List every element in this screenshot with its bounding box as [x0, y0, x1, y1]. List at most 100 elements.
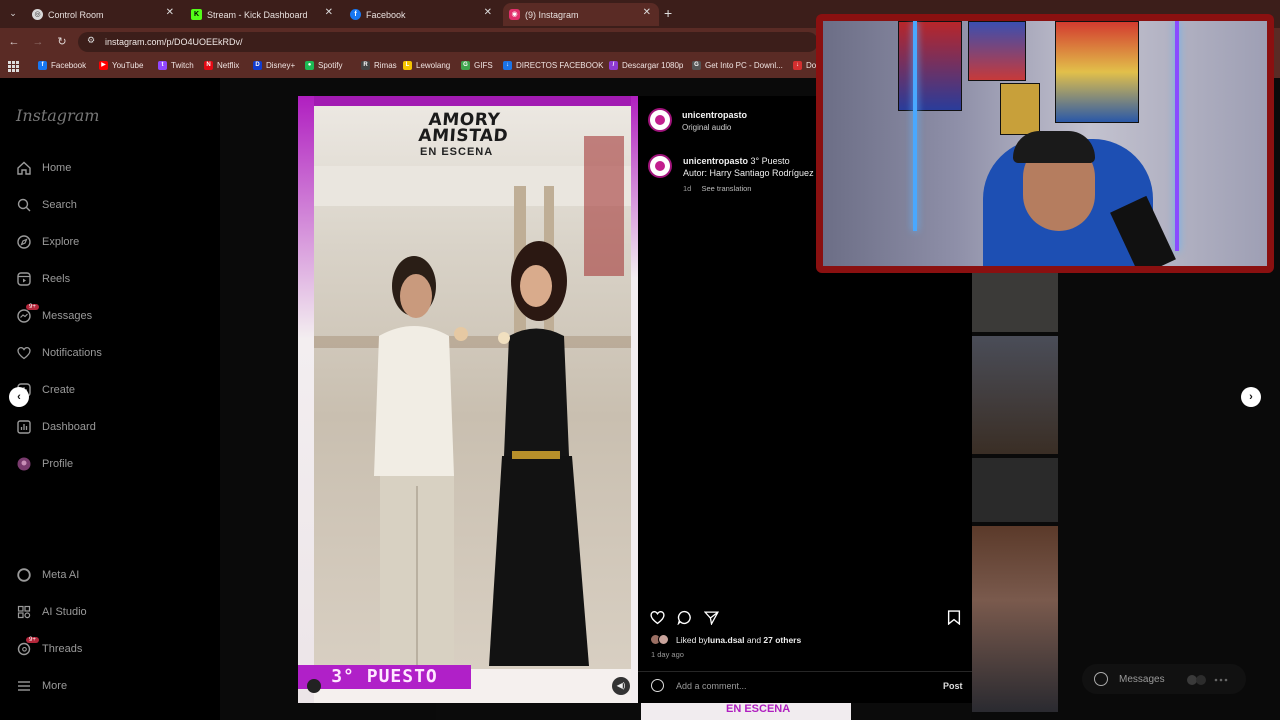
- site-info-icon[interactable]: ⚙: [87, 35, 95, 46]
- couple-illustration: [314, 136, 631, 666]
- bookmark-favicon-icon: L: [403, 61, 412, 70]
- led-strip: [913, 21, 917, 231]
- volume-icon[interactable]: ◀): [612, 677, 630, 695]
- kick-icon: K: [191, 9, 202, 20]
- tab-instagram[interactable]: ◉ (9) Instagram ✕: [503, 3, 659, 26]
- messenger-icon: [16, 308, 32, 324]
- sidebar-item-search[interactable]: Search: [16, 195, 77, 215]
- bookmark-spotify[interactable]: ● Spotify: [305, 61, 342, 70]
- bookmark-label: Netflix: [217, 61, 240, 70]
- liked-mid: and: [744, 634, 764, 645]
- poster: [968, 21, 1026, 81]
- streamer-cap: [1013, 131, 1095, 163]
- screen: ⌄ ◎ Control Room ✕ K Stream - Kick Dashb…: [0, 0, 1280, 720]
- caption-username[interactable]: unicentropasto: [683, 156, 748, 166]
- home-icon: [16, 160, 32, 176]
- caption-meta: 1d See translation: [683, 184, 751, 193]
- address-bar[interactable]: ⚙ instagram.com/p/DO4UOEEkRDv/: [78, 32, 818, 52]
- tab-search-chevron-icon[interactable]: ⌄: [5, 5, 21, 21]
- messages-pill-label: Messages: [1119, 674, 1165, 685]
- previous-post-arrow-icon[interactable]: ‹: [9, 387, 29, 407]
- sidebar-item-meta-ai[interactable]: Meta AI: [16, 565, 79, 585]
- bookmark-favicon-icon: t: [158, 61, 167, 70]
- next-post-arrow-icon[interactable]: ›: [1241, 387, 1261, 407]
- sidebar-item-threads[interactable]: 9+ Threads: [16, 637, 82, 659]
- save-bookmark-icon[interactable]: [947, 610, 961, 628]
- liked-others[interactable]: 27 others: [763, 635, 801, 645]
- share-send-icon[interactable]: [703, 610, 720, 628]
- bookmark-descargar-1080p[interactable]: / Descargar 1080p: [609, 61, 683, 70]
- close-icon[interactable]: ✕: [166, 7, 174, 18]
- bookmark-gifs[interactable]: G GIFS: [461, 61, 493, 70]
- bookmark-favicon-icon: f: [38, 61, 47, 70]
- threads-badge: 9+: [26, 637, 39, 643]
- emoji-icon[interactable]: [651, 679, 664, 692]
- chart-icon: [16, 419, 32, 435]
- sidebar-item-messages[interactable]: 9+ Messages: [16, 304, 93, 326]
- menu-icon: [16, 678, 32, 694]
- sidebar-item-label: Create: [42, 384, 76, 396]
- tab-facebook[interactable]: f Facebook ✕: [344, 3, 500, 26]
- sidebar-item-label: Messages: [42, 310, 93, 322]
- tab-kick-dashboard[interactable]: K Stream - Kick Dashboard ✕: [185, 3, 341, 26]
- bookmark-facebook[interactable]: f Facebook: [38, 61, 86, 70]
- bookmark-rimas[interactable]: R Rimas: [361, 61, 397, 70]
- bookmark-directos-facebook[interactable]: ↓ DIRECTOS FACEBOOK: [503, 61, 603, 70]
- sidebar-item-more[interactable]: More: [16, 676, 67, 696]
- sidebar-item-home[interactable]: Home: [16, 158, 71, 178]
- instagram-icon: ◉: [509, 9, 520, 20]
- author-username[interactable]: unicentropasto: [682, 110, 747, 120]
- bookmark-favicon-icon: /: [609, 61, 618, 70]
- post-media[interactable]: AMORY AMISTAD EN ESCENA 3° PUESTO ◀): [298, 96, 638, 703]
- tab-control-room[interactable]: ◎ Control Room ✕: [26, 3, 182, 26]
- sidebar-item-dashboard[interactable]: Dashboard: [16, 417, 96, 437]
- back-arrow-icon[interactable]: ←: [6, 34, 22, 50]
- like-heart-icon[interactable]: [650, 610, 665, 628]
- compass-icon: [16, 234, 32, 250]
- sidebar-item-explore[interactable]: Explore: [16, 232, 79, 252]
- comment-bubble-icon[interactable]: [677, 610, 692, 628]
- bookmark-disney[interactable]: D Disney+: [253, 61, 295, 70]
- forward-arrow-icon[interactable]: →: [30, 34, 46, 50]
- sidebar-item-ai-studio[interactable]: AI Studio: [16, 602, 87, 622]
- caption-avatar[interactable]: [648, 154, 672, 178]
- instagram-sidebar: Instagram Home Search Explore Reels 9+ M…: [0, 78, 220, 720]
- instagram-logo[interactable]: Instagram: [16, 106, 99, 125]
- message-avatars: [1186, 673, 1232, 685]
- see-translation-link[interactable]: See translation: [701, 184, 751, 193]
- sidebar-item-profile[interactable]: Profile: [16, 454, 73, 474]
- background-post-strip: EN ESCENA: [436, 703, 971, 720]
- comment-input[interactable]: Add a comment...: [676, 681, 747, 691]
- new-tab-plus-icon[interactable]: +: [664, 5, 672, 21]
- close-icon[interactable]: ✕: [325, 7, 333, 18]
- caption-line-2: Autor: Harry Santiago Rodríguez: [683, 168, 814, 178]
- bookmark-label: Descargar 1080p: [622, 61, 684, 70]
- sidebar-item-notifications[interactable]: Notifications: [16, 343, 102, 363]
- tagged-user-icon[interactable]: [307, 679, 321, 693]
- liked-user[interactable]: luna.dsal: [708, 635, 745, 645]
- bookmark-youtube[interactable]: ▶ YouTube: [99, 61, 143, 70]
- threads-icon: [16, 641, 32, 657]
- bookmark-get-into-pc-downl[interactable]: G Get Into PC - Downl...: [692, 61, 783, 70]
- bookmark-label: GIFS: [474, 61, 493, 70]
- bookmark-do[interactable]: ↓ Do: [793, 61, 816, 70]
- bookmark-netflix[interactable]: N Netflix: [204, 61, 239, 70]
- bookmark-lewolang[interactable]: L Lewolang: [403, 61, 450, 70]
- bookmark-favicon-icon: ●: [305, 61, 314, 70]
- bookmark-favicon-icon: ▶: [99, 61, 108, 70]
- sidebar-item-reels[interactable]: Reels: [16, 269, 70, 289]
- post-time: 1 day ago: [651, 650, 684, 659]
- poster: [898, 21, 962, 111]
- audio-label[interactable]: Original audio: [682, 123, 731, 132]
- author-avatar[interactable]: [648, 108, 672, 132]
- heart-icon: [16, 345, 32, 361]
- close-icon[interactable]: ✕: [643, 7, 651, 18]
- reload-icon[interactable]: ↻: [54, 34, 70, 50]
- bookmark-twitch[interactable]: t Twitch: [158, 61, 194, 70]
- post-comment-button[interactable]: Post: [943, 681, 963, 691]
- messages-pill[interactable]: Messages: [1082, 664, 1246, 694]
- bookmark-label: Lewolang: [416, 61, 451, 70]
- close-icon[interactable]: ✕: [484, 7, 492, 18]
- meta-ai-icon: [16, 567, 32, 583]
- apps-grid-icon[interactable]: [8, 61, 19, 72]
